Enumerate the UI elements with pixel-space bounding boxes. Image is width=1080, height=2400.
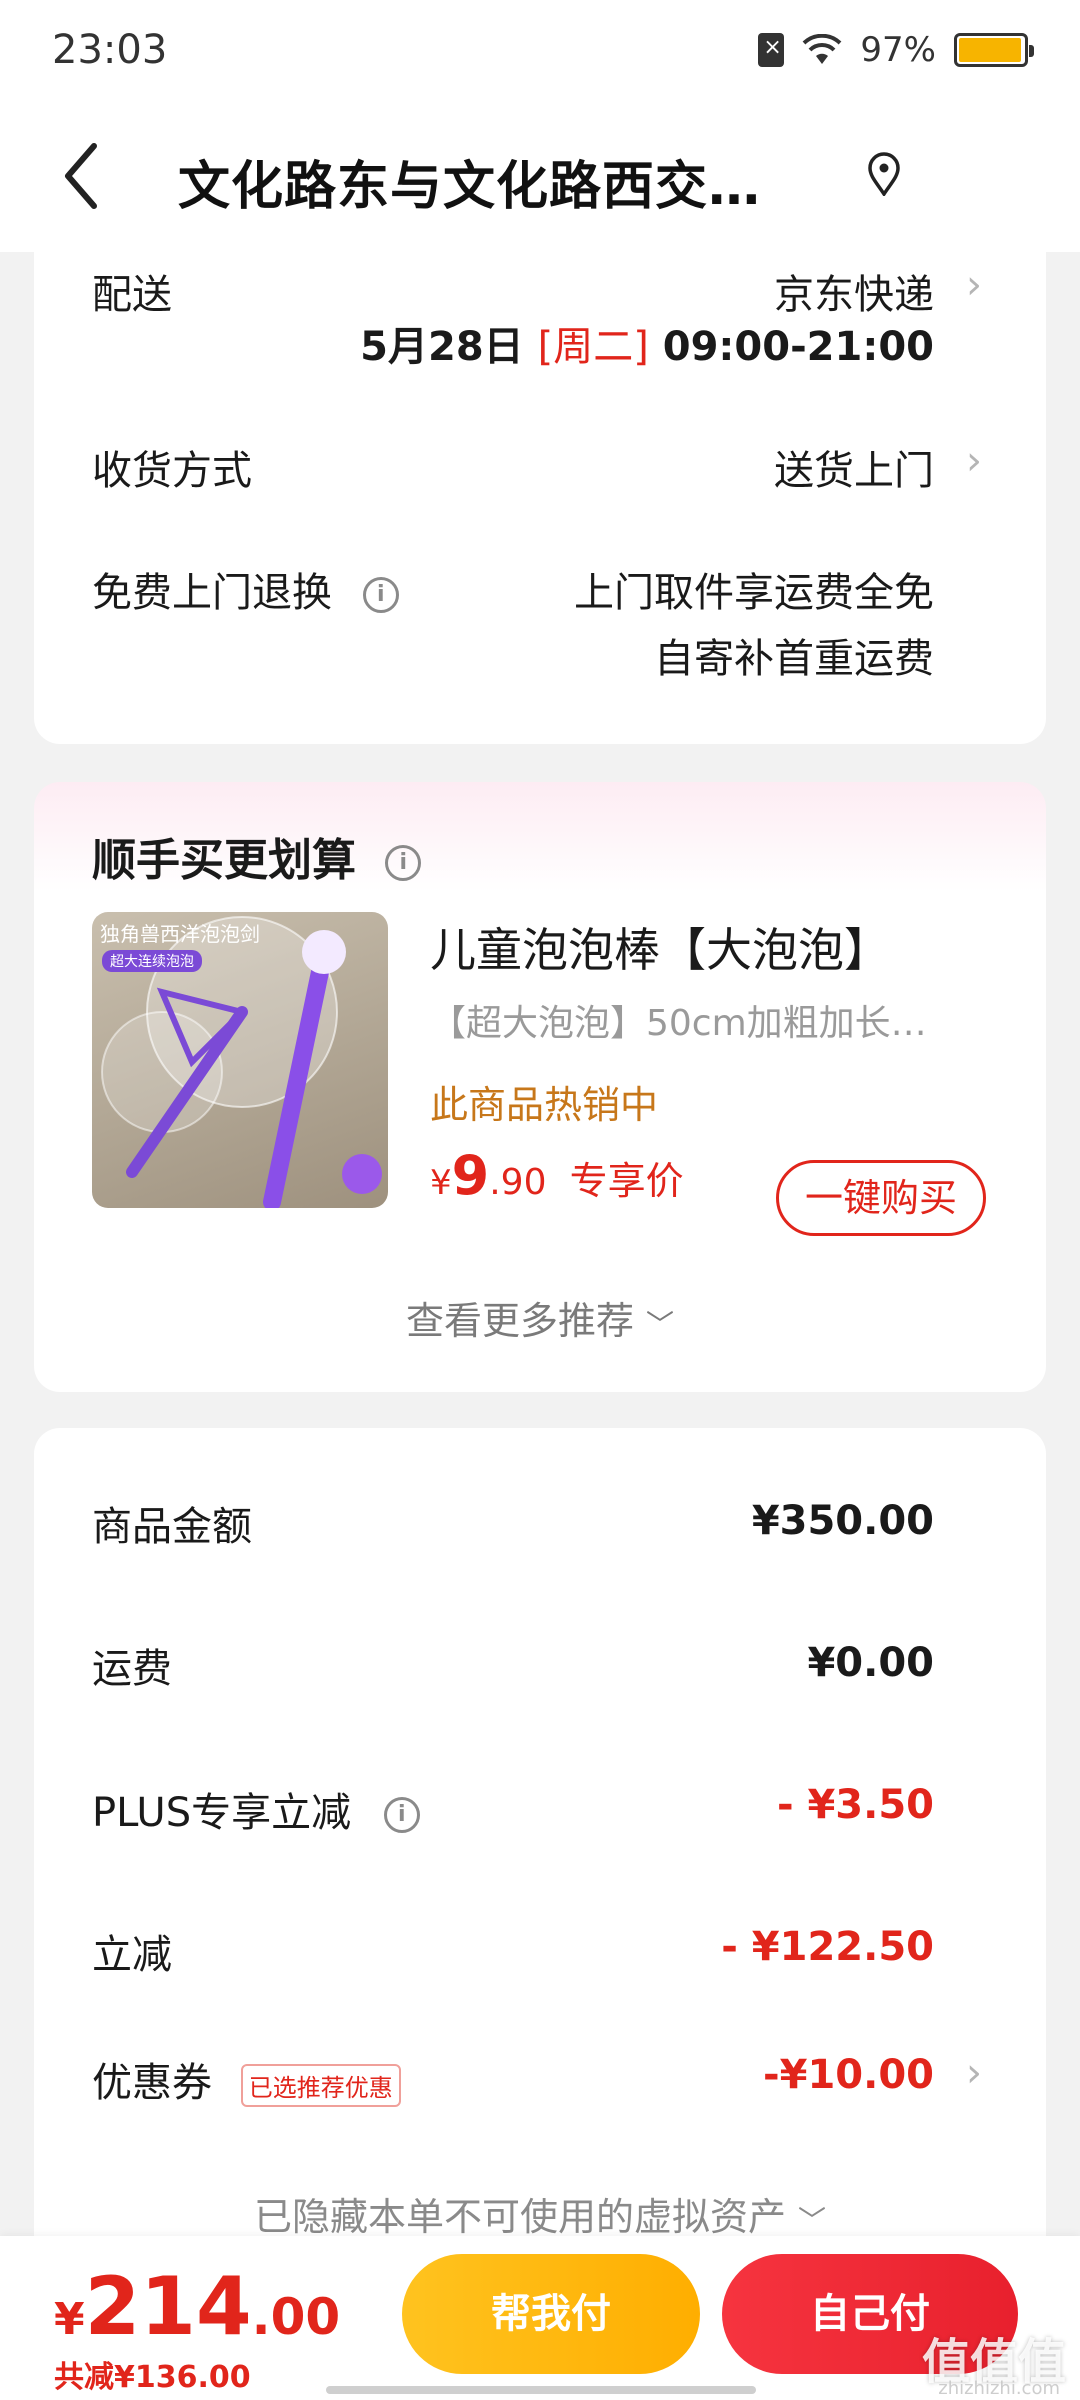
instant-discount-value: - ¥122.50 [721, 1924, 934, 1970]
watermark-url: zhizhizhi.com [938, 2378, 1060, 2399]
recommend-title-text: 顺手买更划算 [92, 835, 356, 886]
hidden-assets-text: 已隐藏本单不可使用的虚拟资产 [253, 2195, 786, 2239]
hidden-assets-toggle[interactable]: 已隐藏本单不可使用的虚拟资产 ﹀ [34, 2186, 1046, 2241]
product-description[interactable]: 【超大泡泡】50cm加粗加长… [430, 994, 927, 1046]
delivery-time-window: 09:00-21:00 [662, 324, 934, 370]
recommend-card: 顺手买更划算 i 独角兽西洋泡泡剑 超大连续泡泡 儿童泡泡棒【大泡泡】 【超大泡… [34, 782, 1046, 1392]
product-image[interactable]: 独角兽西洋泡泡剑 超大连续泡泡 [92, 912, 388, 1208]
free-return-line2: 自寄补首重运费 [654, 636, 934, 682]
product-price: ¥9.90 专享价 [430, 1144, 684, 1207]
delivery-weekday: [周二] [537, 324, 649, 370]
total-saved: 共减¥136.00 [54, 2360, 251, 2395]
more-recommendations-text: 查看更多推荐 [405, 1299, 634, 1343]
plus-discount-value: - ¥3.50 [776, 1782, 934, 1828]
delivery-carrier[interactable]: 京东快递 [774, 262, 934, 320]
free-return-label-text: 免费上门退换 [92, 570, 332, 616]
coupon-value[interactable]: -¥10.00 [763, 2052, 934, 2098]
info-icon[interactable]: i [385, 845, 422, 881]
total-price: ¥214.00 [54, 2260, 340, 2353]
total-symbol: ¥ [54, 2294, 85, 2345]
status-bar: 23:03 97% [0, 0, 1080, 100]
total-dec: .00 [251, 2288, 341, 2346]
wifi-icon [802, 34, 842, 66]
chevron-left-icon[interactable] [60, 140, 120, 212]
checkout-bar: ¥214.00 共减¥136.00 帮我付 自己付 [0, 2236, 1080, 2400]
product-image-caption: 独角兽西洋泡泡剑 [100, 922, 260, 946]
more-recommendations-link[interactable]: 查看更多推荐 ﹀ [34, 1290, 1046, 1345]
info-icon[interactable]: i [383, 1797, 420, 1833]
shipping-fee-value: ¥0.00 [807, 1640, 934, 1686]
goods-amount-label: 商品金额 [92, 1504, 252, 1550]
plus-discount-label: PLUS专享立减 i [92, 1780, 420, 1838]
recommend-title: 顺手买更划算 i [92, 824, 422, 888]
delivery-date: 5月28日 [360, 324, 524, 370]
price-symbol: ¥ [430, 1163, 452, 1203]
product-name[interactable]: 儿童泡泡棒【大泡泡】 [430, 914, 890, 980]
battery-icon [954, 33, 1034, 67]
battery-level-fill [959, 38, 1022, 62]
chevron-right-icon[interactable]: › [966, 2050, 982, 2096]
free-return-line1: 上门取件享运费全免 [574, 570, 934, 616]
coupon-label[interactable]: 优惠券 已选推荐优惠 [92, 2050, 401, 2108]
coupon-selected-tag: 已选推荐优惠 [240, 2063, 401, 2107]
sim-off-icon [758, 33, 785, 67]
nav-header: 文化路东与文化路西交… [0, 100, 1080, 252]
product-hot-label: 此商品热销中 [430, 1083, 659, 1127]
receive-method-label: 收货方式 [92, 448, 252, 494]
receive-method-value[interactable]: 送货上门 [774, 438, 934, 496]
address-title[interactable]: 文化路东与文化路西交… [178, 144, 761, 219]
chevron-right-icon[interactable]: › [966, 438, 982, 484]
coupon-label-text: 优惠券 [92, 2060, 212, 2106]
chevron-right-icon[interactable]: › [966, 262, 982, 308]
battery-percent: 97% [860, 30, 936, 70]
help-me-pay-button[interactable]: 帮我付 [402, 2254, 700, 2374]
chevron-down-icon: ﹀ [798, 2204, 827, 2237]
status-time: 23:03 [52, 27, 168, 73]
one-click-buy-button[interactable]: 一键购买 [776, 1160, 986, 1236]
location-pin-icon[interactable] [866, 152, 902, 200]
shipping-fee-label: 运费 [92, 1646, 172, 1692]
price-tag: 专享价 [569, 1159, 684, 1203]
price-int: 9 [451, 1144, 490, 1207]
total-int: 214 [84, 2260, 252, 2353]
delivery-label: 配送 [92, 272, 172, 318]
price-dec: .90 [489, 1162, 547, 1203]
home-indicator[interactable] [326, 2386, 756, 2394]
status-icons: 97% [758, 30, 1034, 70]
instant-discount-label: 立减 [92, 1932, 172, 1978]
delivery-schedule[interactable]: 5月28日 [周二] 09:00-21:00 [360, 314, 934, 372]
info-icon[interactable]: i [362, 577, 399, 613]
plus-discount-label-text: PLUS专享立减 [92, 1790, 352, 1836]
goods-amount-value: ¥350.00 [751, 1498, 934, 1544]
chevron-down-icon: ﹀ [646, 1308, 675, 1341]
product-image-badge: 超大连续泡泡 [102, 950, 202, 972]
free-return-label: 免费上门退换 i [92, 560, 399, 618]
delivery-card: 配送 京东快递 › 5月28日 [周二] 09:00-21:00 收货方式 送货… [34, 252, 1046, 744]
